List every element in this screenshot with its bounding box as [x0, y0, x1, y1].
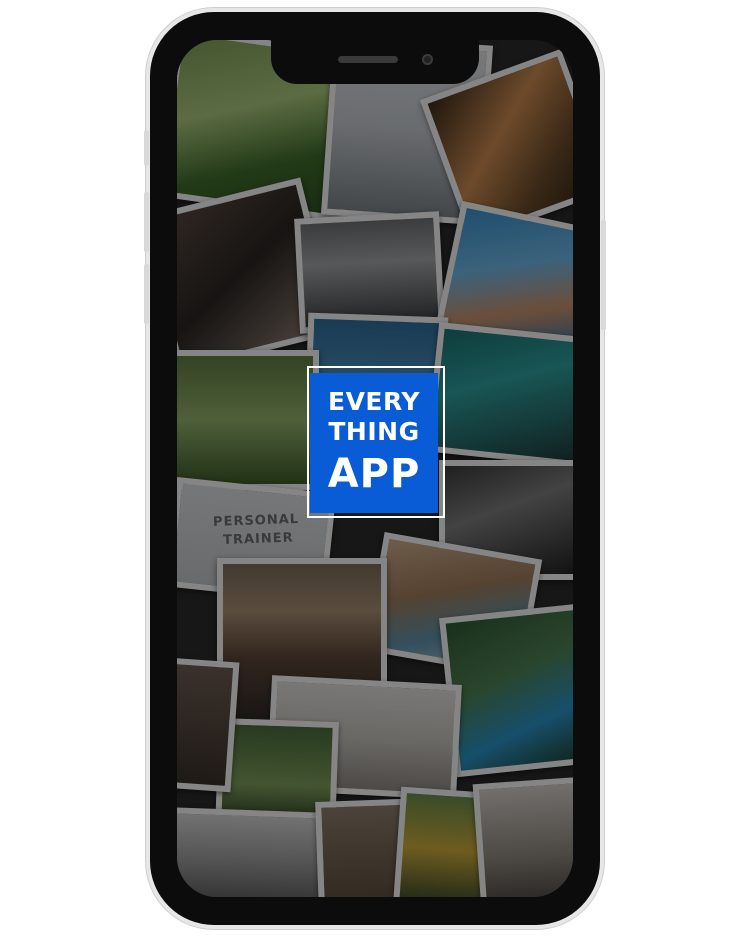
power-button — [601, 220, 606, 330]
logo-line-every: EVERY — [328, 387, 420, 416]
silent-switch — [144, 264, 149, 324]
volume-down-button — [144, 192, 149, 252]
phone-frame: PERSONAL TRAINER EVERY THING APP — [144, 12, 606, 925]
volume-up-button — [144, 130, 149, 166]
logo-line-thing: THING — [328, 417, 420, 446]
everything-app-logo: EVERY THING APP — [310, 373, 438, 513]
logo-line-app: APP — [327, 451, 421, 497]
front-camera — [422, 54, 433, 65]
speaker-grille — [338, 56, 398, 63]
splash-screen[interactable]: PERSONAL TRAINER EVERY THING APP — [177, 40, 573, 897]
